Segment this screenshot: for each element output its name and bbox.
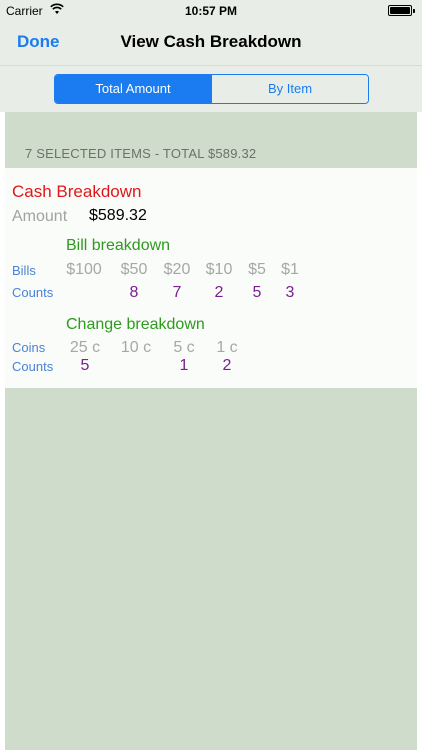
section-header-summary: 7 SELECTED ITEMS - TOTAL $589.32 <box>25 146 257 161</box>
coin-denomination: 25 c <box>69 339 101 356</box>
bill-count: 7 <box>172 284 182 301</box>
tab-total-amount[interactable]: Total Amount <box>55 75 211 103</box>
bills-counts-label: Counts <box>12 285 54 300</box>
bill-denomination: $50 <box>120 261 148 278</box>
coin-count: 2 <box>222 357 232 374</box>
bill-denomination: $20 <box>163 261 191 278</box>
breakdown-title: Cash Breakdown <box>12 182 142 201</box>
tab-by-item[interactable]: By Item <box>211 75 368 103</box>
segment-area: Total Amount By Item <box>0 65 422 112</box>
bill-breakdown-title: Bill breakdown <box>66 237 171 254</box>
page-title: View Cash Breakdown <box>120 32 302 51</box>
bill-denomination: $100 <box>66 261 102 278</box>
coin-count: 5 <box>80 357 90 374</box>
amount-label: Amount <box>12 208 68 225</box>
status-time: 10:57 PM <box>184 4 238 18</box>
coins-row-label: Coins <box>12 340 46 355</box>
battery-icon <box>388 5 415 16</box>
bill-count: 8 <box>129 284 139 301</box>
bill-count: 3 <box>285 284 295 301</box>
breakdown-card: Cash Breakdown Amount $589.32 Bill break… <box>5 168 417 388</box>
status-bar: Carrier 10:57 PM <box>0 0 422 20</box>
coins-counts-label: Counts <box>12 359 54 374</box>
coin-denomination: 10 c <box>120 339 152 356</box>
bill-denomination: $1 <box>281 261 299 278</box>
view-mode-segmented-control: Total Amount By Item <box>54 74 369 104</box>
bills-row-label: Bills <box>12 263 36 278</box>
change-breakdown-title: Change breakdown <box>66 316 205 333</box>
coin-denomination: 1 c <box>216 339 238 356</box>
amount-value: $589.32 <box>89 207 147 224</box>
navigation-bar: Done View Cash Breakdown <box>0 20 422 65</box>
